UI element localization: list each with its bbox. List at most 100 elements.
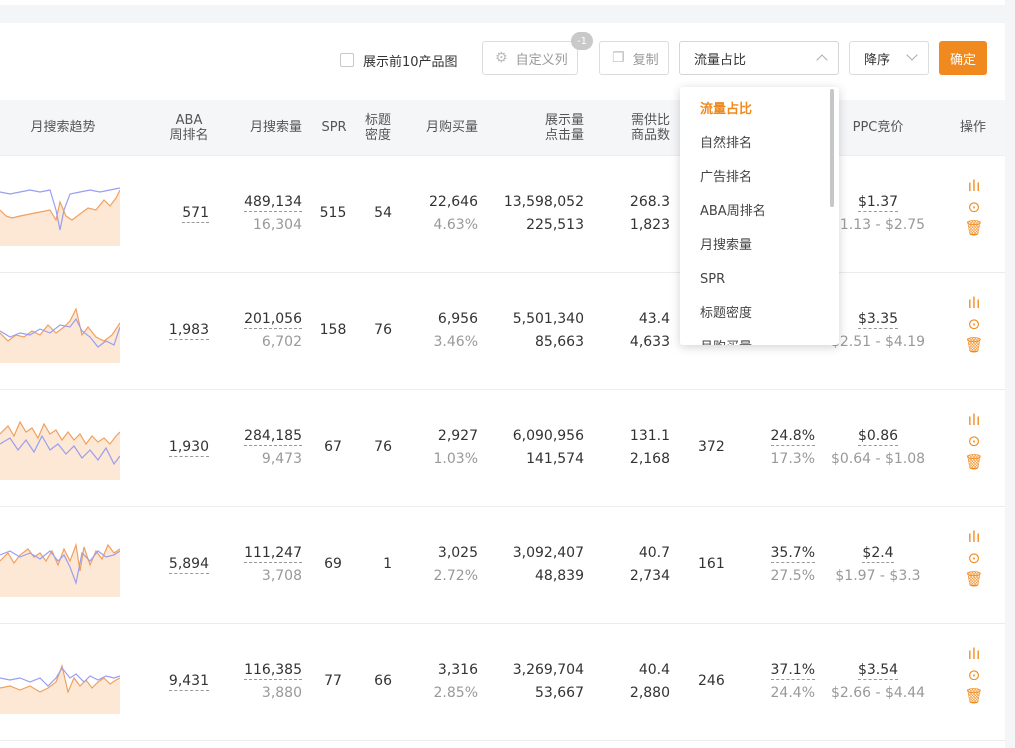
dropdown-option[interactable]: 自然排名 [680, 127, 839, 161]
header-trend[interactable]: 月搜索趋势 [30, 120, 96, 135]
header-actions: 操作 [959, 120, 986, 135]
aba-rank[interactable]: 1,930 [168, 439, 209, 457]
col10-value: 246 [698, 673, 725, 689]
dropdown-option[interactable]: SPR [680, 263, 839, 297]
table-row[interactable]: 571 489,134 16,304 515 54 22,646 4.63% 1… [0, 156, 1005, 273]
ppc-bid[interactable]: $2.4 [862, 545, 894, 563]
purchase-rate: 1.03% [433, 451, 478, 467]
more-circle-icon[interactable]: ⊙ [962, 665, 986, 686]
trend-sparkline[interactable] [0, 180, 120, 246]
trend-sparkline[interactable] [0, 414, 120, 480]
dropdown-option[interactable]: 流量占比 [680, 93, 839, 127]
product-count: 4,633 [629, 334, 670, 350]
confirm-button[interactable]: 确定 [939, 41, 987, 75]
copy-button[interactable]: ❐ 复制 [599, 41, 669, 75]
aba-rank[interactable]: 5,894 [168, 556, 209, 574]
dropdown-scrollbar[interactable] [830, 89, 834, 207]
bar-chart-icon[interactable]: ılı [962, 293, 986, 314]
header-title-density-line2: 密度 [364, 128, 391, 143]
header-aba[interactable]: ABA 周排名 [165, 113, 213, 143]
custom-columns-badge: -1 [571, 32, 593, 50]
ppc-bid[interactable]: $1.37 [857, 194, 899, 212]
header-ppc[interactable]: PPC竞价 [840, 120, 916, 135]
custom-columns-button[interactable]: ⚙ 自定义列 [482, 41, 578, 75]
header-supply-demand[interactable]: 需供比 商品数 [620, 113, 670, 143]
clicks: 141,574 [526, 451, 584, 467]
ppc-bid[interactable]: $3.54 [857, 662, 899, 680]
traffic-share[interactable]: 35.7% [770, 545, 815, 563]
table-row[interactable]: 9,431 116,385 3,880 77 66 3,316 2.85% 3,… [0, 624, 1005, 741]
bar-chart-icon[interactable]: ılı [962, 644, 986, 665]
search-volume[interactable]: 201,056 [244, 311, 302, 329]
table-row[interactable]: 5,894 111,247 3,708 69 1 3,025 2.72% 3,0… [0, 507, 1005, 624]
dropdown-option[interactable]: 月搜索量 [680, 229, 839, 263]
checkbox-icon[interactable] [340, 53, 354, 67]
trash-icon[interactable]: 🗑 [962, 452, 986, 473]
search-volume-sub: 9,473 [261, 451, 302, 467]
trash-icon[interactable]: 🗑 [962, 569, 986, 590]
spr-value: 77 [324, 673, 342, 689]
header-impressions-line1: 展示量 [544, 113, 584, 128]
dropdown-option[interactable]: 月购买量 [680, 331, 839, 345]
aba-rank[interactable]: 9,431 [168, 673, 209, 691]
bar-chart-icon[interactable]: ılı [962, 527, 986, 548]
search-volume[interactable]: 489,134 [244, 194, 302, 212]
ppc-range: $0.64 - $1.08 [830, 451, 926, 467]
dropdown-option[interactable]: ABA周排名 [680, 195, 839, 229]
show-top10-checkbox[interactable]: 展示前10产品图 [340, 50, 458, 70]
trend-sparkline[interactable] [0, 648, 120, 714]
col10-value: 372 [698, 439, 725, 455]
supply-demand-ratio: 268.3 [629, 194, 670, 210]
more-circle-icon[interactable]: ⊙ [962, 197, 986, 218]
header-spr[interactable]: SPR [318, 120, 350, 135]
purchase-rate: 2.72% [433, 568, 478, 584]
trash-icon[interactable]: 🗑 [962, 686, 986, 707]
dropdown-option[interactable]: 标题密度 [680, 297, 839, 331]
dropdown-option[interactable]: 广告排名 [680, 161, 839, 195]
impressions: 6,090,956 [512, 428, 584, 444]
title-density-value: 76 [374, 439, 392, 455]
chevron-up-icon [816, 54, 828, 66]
copy-label: 复制 [632, 52, 659, 68]
purchase-volume: 2,927 [437, 428, 478, 444]
clicks: 53,667 [535, 685, 584, 701]
trend-sparkline[interactable] [0, 297, 120, 363]
traffic-share-sub: 27.5% [770, 568, 815, 584]
aba-rank[interactable]: 571 [182, 205, 209, 223]
search-volume[interactable]: 116,385 [244, 662, 302, 680]
header-search-volume[interactable]: 月搜索量 [240, 120, 302, 135]
table-row[interactable]: 1,983 201,056 6,702 158 76 6,956 3.46% 5… [0, 273, 1005, 390]
header-supply-demand-line1: 需供比 [630, 113, 670, 128]
trend-sparkline[interactable] [0, 531, 120, 597]
traffic-share[interactable]: 24.8% [770, 428, 815, 446]
clicks: 225,513 [526, 217, 584, 233]
trash-icon[interactable]: 🗑 [962, 218, 986, 239]
gear-icon: ⚙ [495, 50, 508, 66]
header-title-density[interactable]: 标题 密度 [362, 113, 394, 143]
row-actions: ılı ⊙ 🗑 [962, 644, 986, 707]
header-purchase-volume[interactable]: 月购买量 [414, 120, 478, 135]
purchase-rate: 2.85% [433, 685, 478, 701]
sort-order-select[interactable]: 降序 [849, 41, 929, 75]
header-impressions[interactable]: 展示量 点击量 [530, 113, 584, 143]
aba-rank[interactable]: 1,983 [168, 322, 209, 340]
more-circle-icon[interactable]: ⊙ [962, 431, 986, 452]
impressions: 3,092,407 [512, 545, 584, 561]
search-volume[interactable]: 111,247 [244, 545, 302, 563]
bar-chart-icon[interactable]: ılı [962, 176, 986, 197]
trash-icon[interactable]: 🗑 [962, 335, 986, 356]
ppc-bid[interactable]: $3.35 [857, 311, 899, 329]
spr-value: 515 [319, 205, 347, 221]
sort-field-select[interactable]: 流量占比 [679, 41, 839, 75]
bar-chart-icon[interactable]: ılı [962, 410, 986, 431]
ppc-bid[interactable]: $0.86 [857, 428, 899, 446]
traffic-share[interactable]: 37.1% [770, 662, 815, 680]
more-circle-icon[interactable]: ⊙ [962, 314, 986, 335]
more-circle-icon[interactable]: ⊙ [962, 548, 986, 569]
table-row[interactable]: 1,930 284,185 9,473 67 76 2,927 1.03% 6,… [0, 390, 1005, 507]
clicks: 85,663 [535, 334, 584, 350]
product-count: 2,168 [629, 451, 670, 467]
row-actions: ılı ⊙ 🗑 [962, 410, 986, 473]
title-density-value: 76 [374, 322, 392, 338]
search-volume[interactable]: 284,185 [244, 428, 302, 446]
